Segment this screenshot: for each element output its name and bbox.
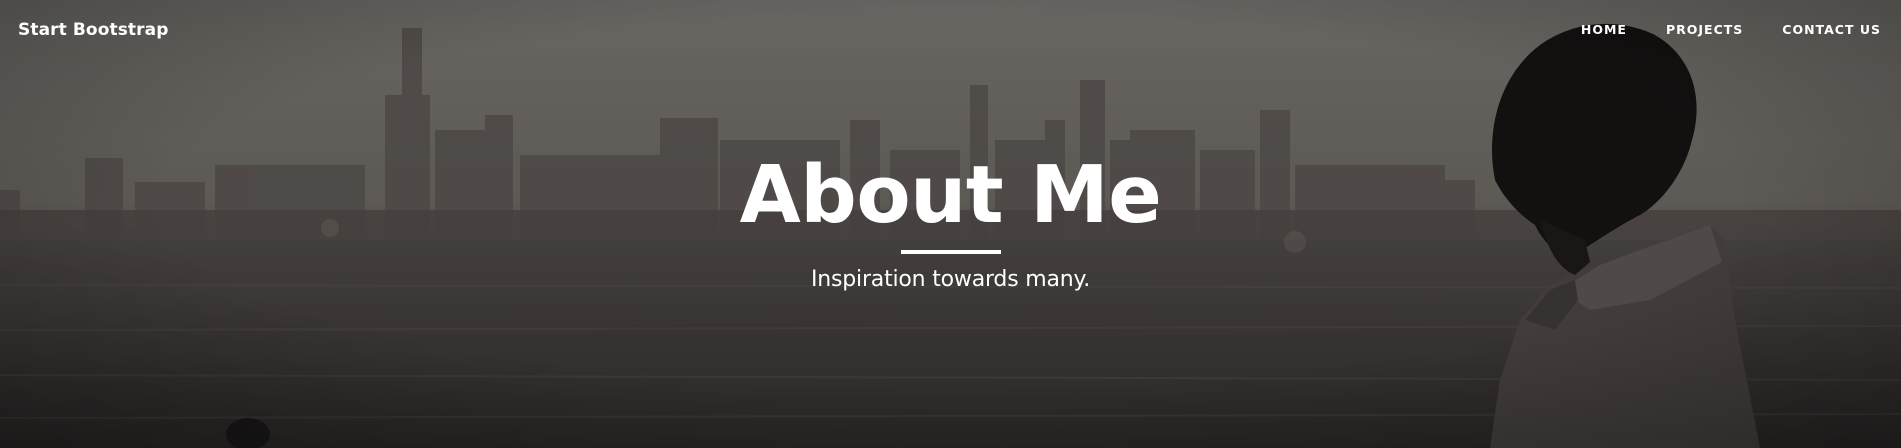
nav-link-contact-us[interactable]: CONTACT US [1782,22,1881,37]
navbar-brand[interactable]: Start Bootstrap [18,20,168,40]
nav-links: HOME PROJECTS CONTACT US [1581,22,1881,37]
page-heading: About Me Inspiration towards many. [0,150,1901,292]
nav-link-home[interactable]: HOME [1581,22,1627,37]
masthead: Start Bootstrap HOME PROJECTS CONTACT US… [0,0,1901,448]
page-subtitle: Inspiration towards many. [810,267,1090,292]
title-divider [900,250,1001,254]
page-title: About Me [739,149,1162,241]
navbar: Start Bootstrap HOME PROJECTS CONTACT US [0,0,1901,62]
nav-link-projects[interactable]: PROJECTS [1666,22,1743,37]
